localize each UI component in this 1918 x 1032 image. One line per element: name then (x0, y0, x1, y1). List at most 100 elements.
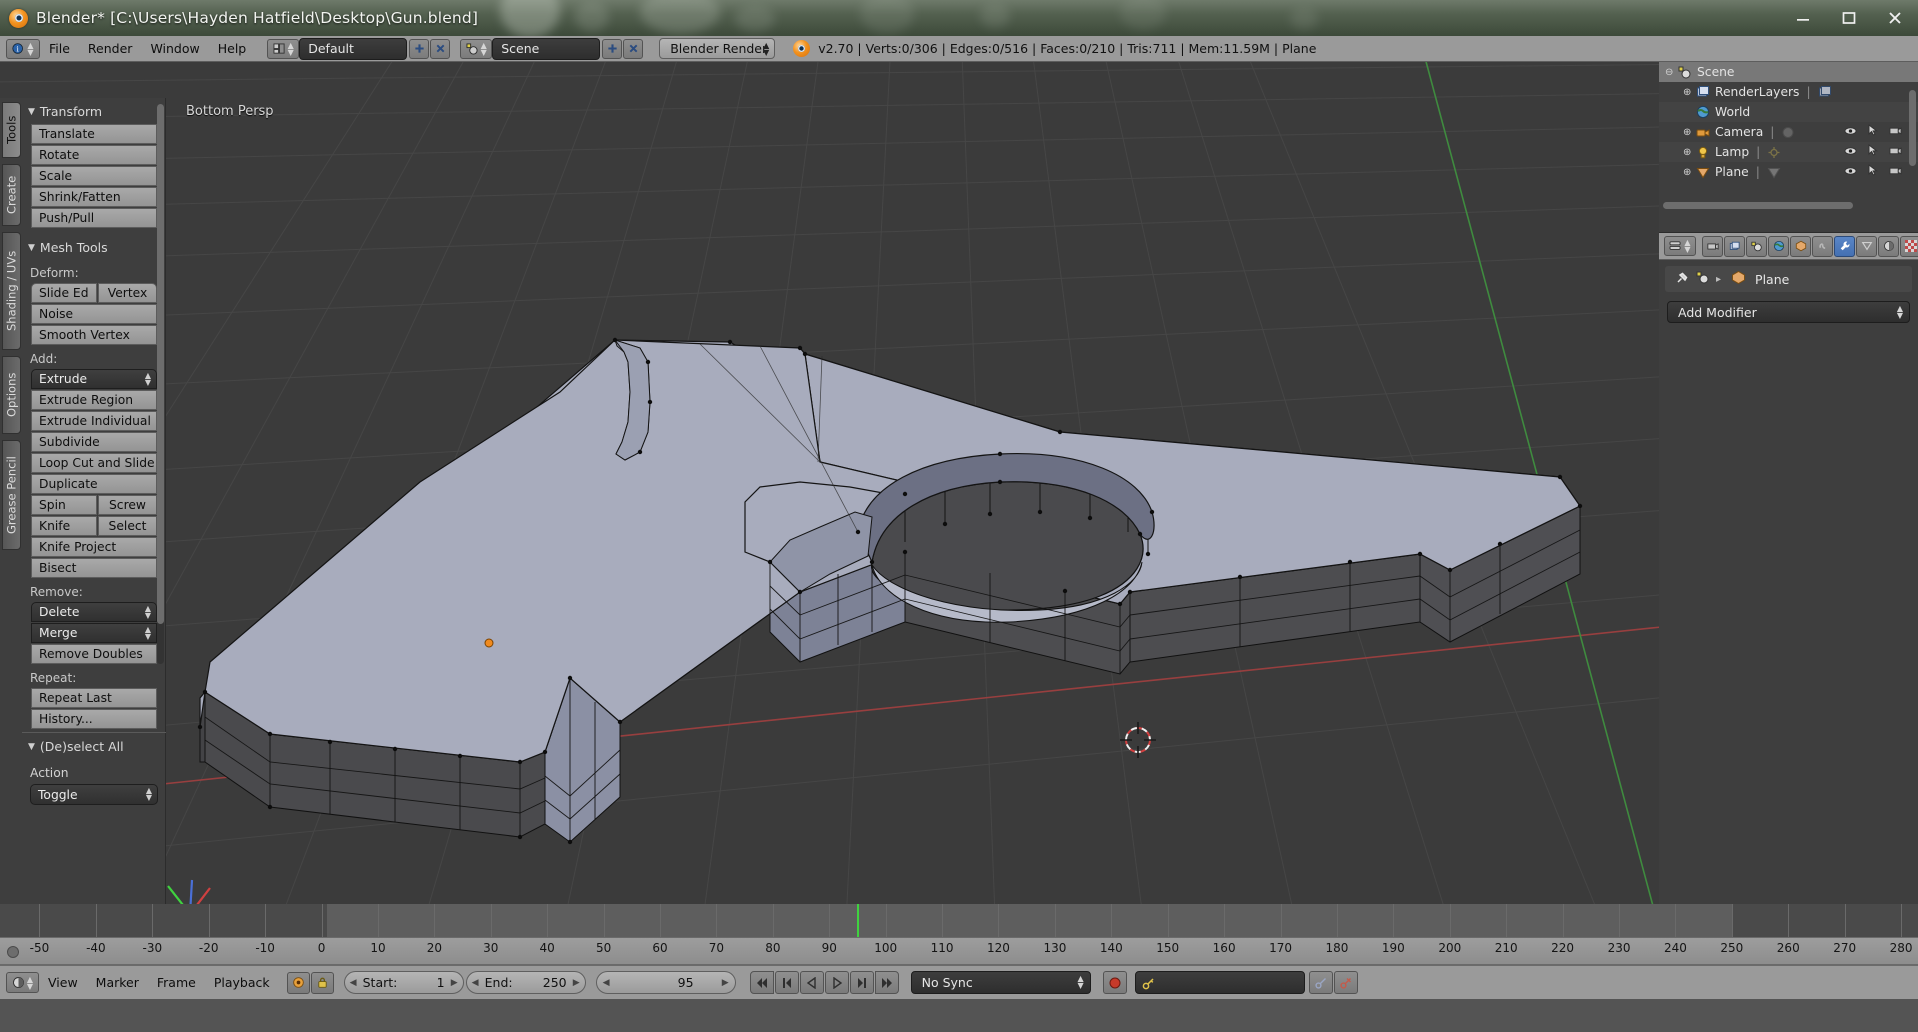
add-keyframe-icon[interactable] (1308, 971, 1333, 994)
expander-plus-icon[interactable]: ⊕ (1683, 167, 1696, 178)
menu-render[interactable]: Render (79, 36, 142, 62)
timeline-menu-view[interactable]: View (39, 970, 87, 996)
constraints-tab-icon[interactable] (1812, 235, 1833, 257)
playback-transport-controls[interactable] (749, 971, 899, 994)
add-screen-layout-button[interactable] (409, 38, 430, 59)
object-data-tab-icon[interactable] (1856, 235, 1877, 257)
camera-restrict-icon[interactable] (1889, 165, 1902, 179)
tool-spin[interactable]: Spin (31, 495, 97, 515)
outliner-vertical-scrollbar[interactable] (1909, 90, 1916, 166)
modifiers-tab-icon[interactable] (1834, 235, 1855, 257)
tool-shrink-fatten[interactable]: Shrink/Fatten (31, 187, 157, 207)
expander-minus-icon[interactable]: ⊖ (1665, 67, 1678, 78)
tool-merge-dropdown[interactable]: Merge ▲ ▼ (31, 623, 157, 643)
add-scene-button[interactable] (602, 38, 623, 59)
frame-start-field[interactable]: ◀ Start: 1 ▶ (343, 971, 464, 994)
timeline-menu-playback[interactable]: Playback (205, 970, 279, 996)
outliner-restrict-toggles[interactable] (1844, 163, 1902, 179)
editor-type-selector-properties[interactable]: ▲ ▼ (1664, 236, 1696, 256)
tab-grease-pencil[interactable]: Grease Pencil (2, 440, 21, 550)
outliner-row-camera[interactable]: ⊕ Camera | (1659, 122, 1918, 142)
outliner-row-plane[interactable]: ⊕ Plane | (1659, 162, 1918, 182)
eye-icon[interactable] (1844, 145, 1857, 159)
tool-shelf-scrollbar[interactable] (157, 104, 164, 664)
current-frame-field[interactable]: ◀ 95 ▶ (595, 971, 736, 994)
material-tab-icon[interactable] (1878, 235, 1899, 257)
timeline-ruler[interactable]: -50 -40 -30 -20 -10 0 10 20 30 40 50 60 70 80 90 100 110… (0, 937, 1918, 965)
eye-icon[interactable] (1844, 125, 1857, 139)
lock-icon[interactable] (310, 971, 334, 994)
tool-noise[interactable]: Noise (31, 304, 157, 324)
timeline-editor[interactable]: -50 -40 -30 -20 -10 0 10 20 30 40 50 60 70 80 90 100 110… (0, 904, 1918, 1032)
decrement-arrow-icon[interactable]: ◀ (472, 978, 479, 988)
play-button[interactable] (824, 971, 849, 994)
timeline-menu-frame[interactable]: Frame (148, 970, 205, 996)
step-back-button[interactable] (774, 971, 799, 994)
tool-slide-edge[interactable]: Slide Ed (31, 283, 97, 303)
camera-restrict-icon[interactable] (1889, 125, 1902, 139)
outliner-row-renderlayers[interactable]: ⊕ RenderLayers | (1659, 82, 1918, 102)
tool-extrude-region[interactable]: Extrude Region (31, 390, 157, 410)
scene-browse-icon[interactable]: ▲ ▼ (460, 38, 493, 59)
3d-viewport[interactable]: Bottom Persp (95) Plane Tools Create Sha… (0, 36, 1659, 904)
tool-extrude-dropdown[interactable]: Extrude ▲ ▼ (31, 369, 157, 389)
outliner-restrict-toggles[interactable] (1844, 123, 1902, 139)
eye-icon[interactable] (1844, 165, 1857, 179)
tool-slide-vertex[interactable]: Vertex (98, 283, 157, 303)
jump-to-end-button[interactable] (874, 971, 899, 994)
add-modifier-button[interactable]: Add Modifier ▲ ▼ (1667, 301, 1910, 323)
tool-translate[interactable]: Translate (31, 124, 157, 144)
cursor-arrow-icon[interactable] (1868, 163, 1878, 179)
expander-plus-icon[interactable]: ⊕ (1683, 87, 1696, 98)
properties-tab-row[interactable] (1702, 235, 1918, 257)
tool-repeat-last[interactable]: Repeat Last (31, 688, 157, 708)
timeline-menu-marker[interactable]: Marker (87, 970, 148, 996)
timeline-ruler-handle[interactable] (7, 946, 19, 958)
tool-shelf-panels[interactable]: ▼ Transform Translate Rotate Scale Shrin… (22, 98, 166, 730)
sync-mode-selector[interactable]: No Sync ▲ ▼ (910, 971, 1091, 994)
tool-scale[interactable]: Scale (31, 166, 157, 186)
scene-tab-icon[interactable] (1746, 235, 1767, 257)
increment-arrow-icon[interactable]: ▶ (722, 978, 729, 988)
operator-panel[interactable]: ▼ (De)select All Action Toggle ▲ ▼ (22, 732, 166, 805)
jump-to-start-button[interactable] (749, 971, 774, 994)
world-tab-icon[interactable] (1768, 235, 1789, 257)
outliner-row-lamp[interactable]: ⊕ Lamp | (1659, 142, 1918, 162)
delete-scene-button[interactable] (623, 38, 644, 59)
render-tab-icon[interactable] (1702, 235, 1723, 257)
tool-history[interactable]: History... (31, 709, 157, 729)
panel-header-deselect-all[interactable]: ▼ (De)select All (22, 733, 166, 759)
screen-layout-field[interactable]: Default (299, 37, 408, 60)
tab-shading-uvs[interactable]: Shading / UVs (2, 232, 21, 350)
increment-arrow-icon[interactable]: ▶ (451, 978, 458, 988)
outliner-tree[interactable]: ⊖ Scene ⊕ RenderLayers | World ⊕ Camera … (1659, 62, 1918, 212)
texture-tab-icon[interactable] (1900, 235, 1918, 257)
render-layers-tab-icon[interactable] (1724, 235, 1745, 257)
step-forward-button[interactable] (849, 971, 874, 994)
3d-viewport-canvas[interactable] (0, 62, 1659, 904)
action-dropdown[interactable]: Toggle ▲ ▼ (30, 784, 158, 805)
menu-help[interactable]: Help (209, 36, 256, 62)
tool-knife-select[interactable]: Select (98, 516, 157, 536)
lamp-datablock-icon[interactable] (1767, 146, 1781, 159)
tool-push-pull[interactable]: Push/Pull (31, 208, 157, 228)
play-reverse-button[interactable] (799, 971, 824, 994)
pin-icon[interactable] (1675, 270, 1690, 288)
decrement-arrow-icon[interactable]: ◀ (603, 978, 610, 988)
panel-header-mesh-tools[interactable]: ▼ Mesh Tools (22, 229, 166, 260)
expander-plus-icon[interactable]: ⊕ (1683, 147, 1696, 158)
tool-shelf-tabs[interactable]: Tools Create Shading / UVs Options Greas… (0, 98, 22, 904)
close-button[interactable] (1872, 0, 1918, 36)
tab-create[interactable]: Create (2, 164, 21, 226)
keying-set-field[interactable] (1134, 971, 1305, 994)
maximize-button[interactable] (1826, 0, 1872, 36)
tool-loop-cut-and-slide[interactable]: Loop Cut and Slide (31, 453, 157, 473)
renderlayers-datablock-icon[interactable] (1818, 85, 1832, 99)
outliner-editor[interactable]: ▲▼ View Search All Scenes ⊖ Scene ⊕ Rend… (1659, 36, 1918, 232)
remove-keyframe-icon[interactable] (1333, 971, 1358, 994)
camera-restrict-icon[interactable] (1889, 145, 1902, 159)
scene-name-field[interactable]: Scene (492, 37, 601, 60)
properties-breadcrumb[interactable]: ▸ Plane (1665, 266, 1912, 292)
record-button-icon[interactable] (1102, 971, 1127, 994)
tool-screw[interactable]: Screw (98, 495, 157, 515)
